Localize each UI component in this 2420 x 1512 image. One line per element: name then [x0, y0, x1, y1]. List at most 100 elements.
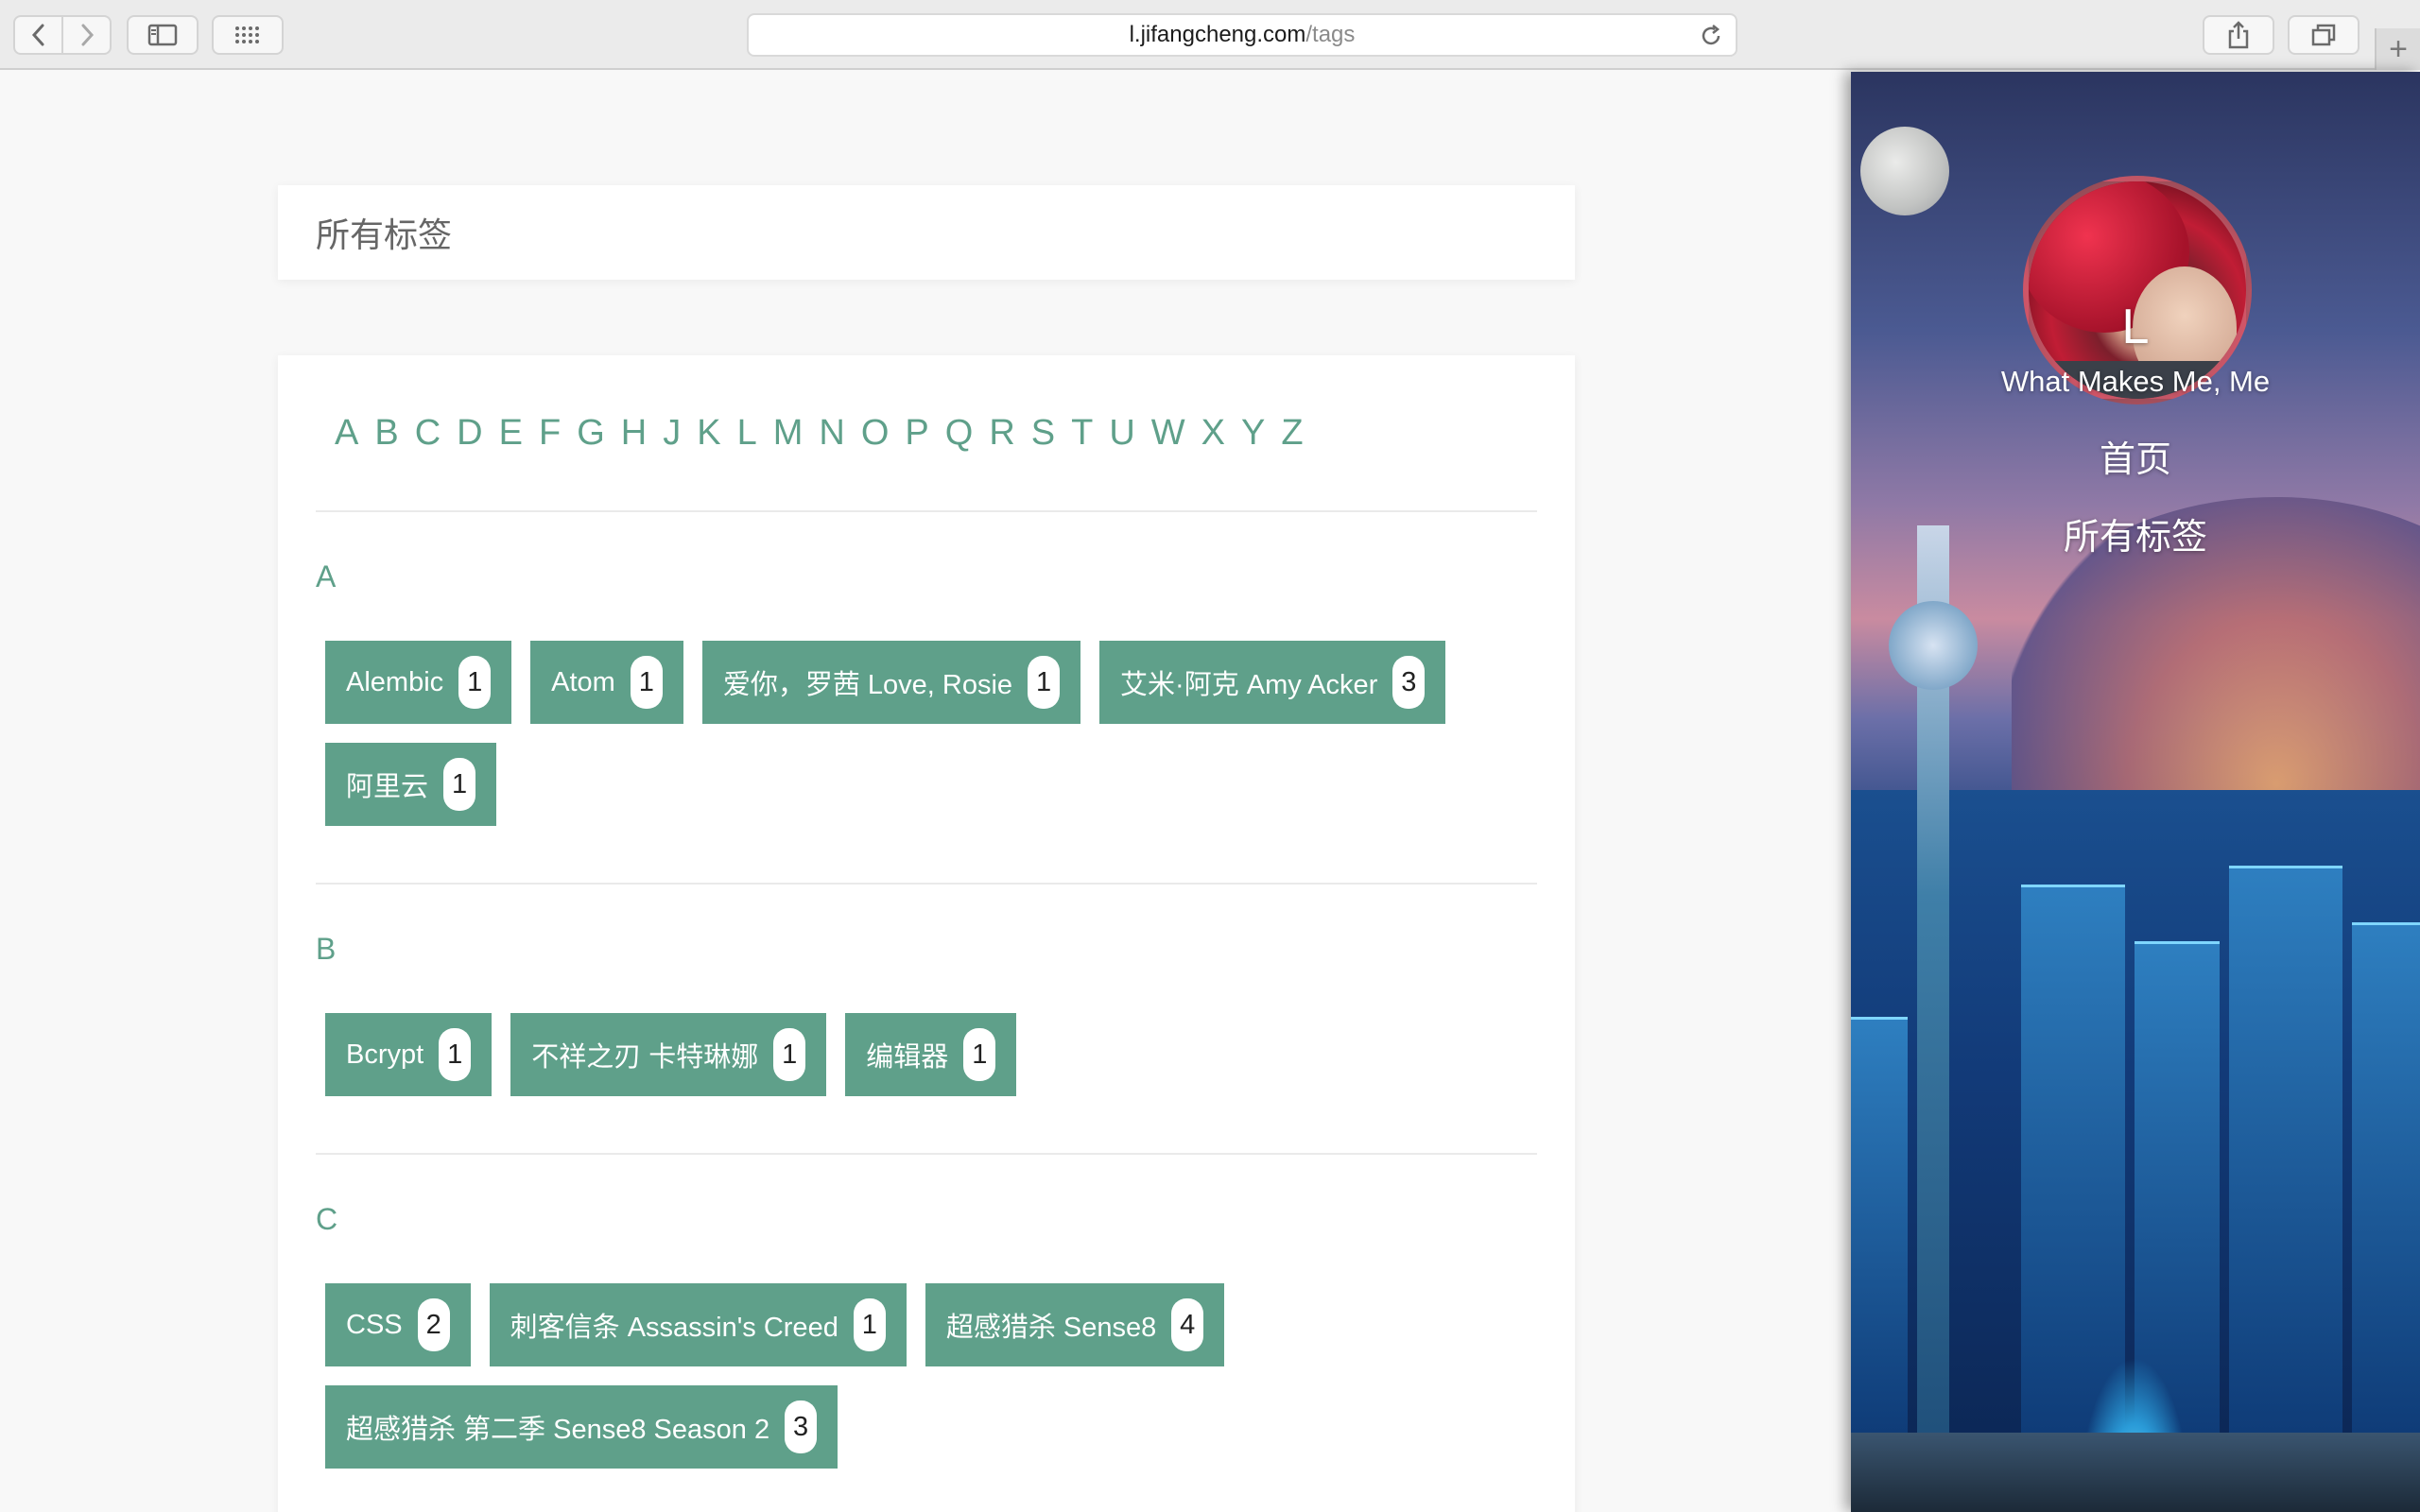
alphabet-link[interactable]: P [905, 413, 928, 454]
moon-illustration [1860, 127, 1949, 215]
alphabet-link[interactable]: H [621, 413, 647, 454]
chevron-right-icon [81, 24, 94, 46]
alphabet-link[interactable]: E [499, 413, 523, 454]
tag-button[interactable]: 刺客信条 Assassin's Creed 1 [489, 1283, 907, 1366]
alphabet-link[interactable]: N [819, 413, 844, 454]
nav-link-home[interactable]: 首页 [1851, 421, 2420, 499]
reload-button[interactable] [1698, 23, 1724, 49]
tag-name: 艾米·阿克 Amy Acker [1120, 670, 1378, 700]
tag-count-badge: 4 [1171, 1298, 1204, 1351]
alphabet-link[interactable]: Y [1241, 413, 1265, 454]
tabs-overview-button[interactable] [2288, 15, 2360, 55]
tags-card: A B C D E F G H J K L M N O P Q R S T U … [278, 355, 1575, 1512]
tag-name: CSS [346, 1309, 403, 1340]
tag-name: 超感猎杀 第二季 Sense8 Season 2 [346, 1415, 770, 1445]
tag-list: CSS 2 刺客信条 Assassin's Creed 1 超感猎杀 Sense8 4… [316, 1257, 1537, 1512]
forward-button[interactable] [61, 17, 110, 53]
section-letter: B [316, 932, 337, 966]
alphabet-link[interactable]: X [1201, 413, 1225, 454]
tag-button[interactable]: Atom 1 [530, 641, 683, 724]
tag-button[interactable]: Alembic 1 [325, 641, 512, 724]
profile-sidebar: L What Makes Me, Me 首页 所有标签 [1851, 72, 2420, 1512]
tag-count-badge: 1 [630, 656, 663, 709]
reload-icon [1702, 25, 1720, 45]
main-content: 所有标签 A B C D E F G H J K L M N O P Q R S… [0, 72, 1851, 1512]
alphabet-link[interactable]: F [539, 413, 561, 454]
alphabet-link[interactable]: A [335, 413, 358, 454]
tag-list: Bcrypt 1 不祥之刃 卡特琳娜 1 编辑器 1 [316, 987, 1537, 1153]
tv-tower-sphere [1889, 601, 1978, 690]
tag-section-b: B Bcrypt 1 不祥之刃 卡特琳娜 1 编辑器 1 [316, 885, 1537, 1155]
tag-name: Atom [551, 666, 615, 697]
tag-count-badge: 2 [417, 1298, 450, 1351]
url-path: /tags [1305, 22, 1356, 47]
alphabet-link[interactable]: D [457, 413, 482, 454]
tag-name: 超感猎杀 Sense8 [945, 1313, 1157, 1343]
tag-name: 不祥之刃 卡特琳娜 [531, 1042, 759, 1073]
site-name: L [2121, 300, 2150, 354]
share-icon [2228, 21, 2249, 49]
ground-illustration [1851, 1433, 2420, 1512]
back-button[interactable] [15, 17, 61, 53]
tag-count-badge: 1 [963, 1028, 996, 1081]
alphabet-link[interactable]: L [737, 413, 757, 454]
sidebar-toggle-button[interactable] [127, 15, 199, 55]
tag-section-c: C CSS 2 刺客信条 Assassin's Creed 1 超感猎杀 Sense… [316, 1155, 1537, 1512]
alphabet-link[interactable]: C [415, 413, 441, 454]
share-button[interactable] [2203, 15, 2274, 55]
nav-link-tags[interactable]: 所有标签 [1851, 499, 2420, 576]
tag-count-badge: 3 [1392, 656, 1426, 709]
tag-button[interactable]: 超感猎杀 Sense8 4 [925, 1283, 1225, 1366]
tag-name: 刺客信条 Assassin's Creed [510, 1313, 838, 1343]
alphabet-link[interactable]: G [577, 413, 605, 454]
tag-count-badge: 1 [773, 1028, 806, 1081]
building-illustration [1851, 1017, 1908, 1433]
building-illustration [2352, 922, 2420, 1433]
building-illustration [2021, 885, 2125, 1433]
tag-list: Alembic 1 Atom 1 爱你，罗茜 Love, Rosie 1 艾米·阿克 … [316, 614, 1537, 883]
tag-count-badge: 1 [1028, 656, 1061, 709]
url-host: l.jifangcheng.com [1129, 22, 1306, 47]
alphabet-link[interactable]: Q [945, 413, 974, 454]
grid-icon [235, 26, 259, 43]
tag-button[interactable]: 超感猎杀 第二季 Sense8 Season 2 3 [325, 1385, 838, 1469]
tag-button[interactable]: 不祥之刃 卡特琳娜 1 [510, 1013, 827, 1096]
page-title: 所有标签 [316, 215, 453, 254]
chevron-left-icon [31, 24, 43, 46]
alphabet-link[interactable]: U [1109, 413, 1134, 454]
alphabet-link[interactable]: B [374, 413, 398, 454]
tag-count-badge: 1 [458, 656, 492, 709]
tag-button[interactable]: CSS 2 [325, 1283, 471, 1366]
tag-button[interactable]: 阿里云 1 [325, 743, 497, 826]
tag-section-a: A Alembic 1 Atom 1 爱你，罗茜 Love, Rosie 1 艾米·阿… [316, 512, 1537, 885]
alphabet-link[interactable]: W [1151, 413, 1185, 454]
history-nav [13, 15, 112, 55]
alphabet-link[interactable]: M [773, 413, 804, 454]
sidebar-nav: 首页 所有标签 [1851, 421, 2420, 576]
building-illustration [2229, 866, 2342, 1433]
alphabet-link[interactable]: R [989, 413, 1014, 454]
section-letter: A [316, 559, 337, 593]
alphabet-link[interactable]: Z [1281, 413, 1303, 454]
site-description: What Makes Me, Me [2000, 365, 2271, 398]
tag-button[interactable]: 艾米·阿克 Amy Acker 3 [1099, 641, 1446, 724]
browser-toolbar: l.jifangcheng.com/tags + [0, 0, 2420, 70]
alphabet-link[interactable]: T [1071, 413, 1093, 454]
new-tab-button[interactable]: + [2375, 28, 2420, 70]
tag-count-badge: 1 [439, 1028, 472, 1081]
tag-button[interactable]: 编辑器 1 [845, 1013, 1017, 1096]
alphabet-link[interactable]: J [663, 413, 681, 454]
address-bar[interactable]: l.jifangcheng.com/tags [747, 13, 1737, 57]
alphabet-link[interactable]: K [697, 413, 720, 454]
tabs-icon [2311, 24, 2336, 46]
top-sites-button[interactable] [212, 15, 284, 55]
tag-name: Alembic [346, 666, 444, 697]
alphabet-link[interactable]: S [1031, 413, 1055, 454]
tag-button[interactable]: 爱你，罗茜 Love, Rosie 1 [701, 641, 1081, 724]
alphabet-link[interactable]: O [861, 413, 890, 454]
tag-button[interactable]: Bcrypt 1 [325, 1013, 493, 1096]
page-title-card: 所有标签 [278, 185, 1575, 280]
tag-name: Bcrypt [346, 1039, 424, 1070]
alphabet-index: A B C D E F G H J K L M N O P Q R S T U … [316, 355, 1537, 512]
tag-name: 爱你，罗茜 Love, Rosie [722, 670, 1013, 700]
